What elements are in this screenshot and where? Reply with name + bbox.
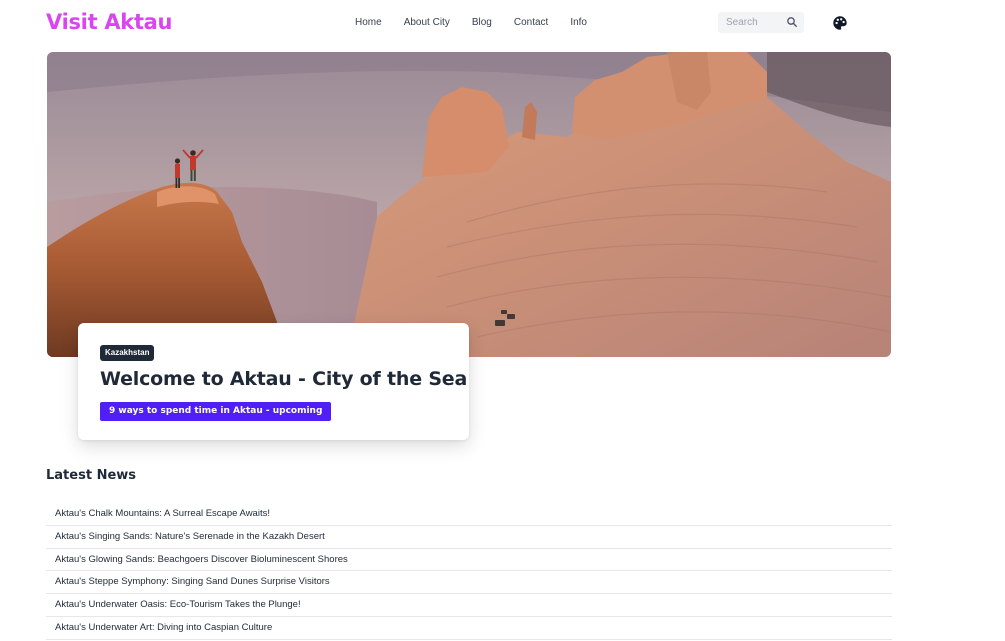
country-tag[interactable]: Kazakhstan [100, 345, 155, 361]
search-icon[interactable] [786, 16, 798, 28]
nav-about-city[interactable]: About City [404, 17, 450, 28]
desert-landscape-illustration [47, 52, 891, 357]
nav-home[interactable]: Home [355, 17, 382, 28]
news-item[interactable]: Aktau's Singing Sands: Nature's Serenade… [46, 526, 892, 549]
nav-contact[interactable]: Contact [514, 17, 548, 28]
news-item[interactable]: Aktau's Glowing Sands: Beachgoers Discov… [46, 549, 892, 572]
news-item[interactable]: Aktau's Chalk Mountains: A Surreal Escap… [46, 503, 892, 526]
news-item[interactable]: Aktau's Steppe Symphony: Singing Sand Du… [46, 571, 892, 595]
hero-card: Kazakhstan Welcome to Aktau - City of th… [78, 323, 469, 440]
site-logo[interactable]: Visit Aktau [46, 10, 173, 34]
nav-info[interactable]: Info [570, 17, 587, 28]
palette-icon[interactable] [832, 15, 848, 31]
news-item[interactable]: Aktau's Underwater Art: Diving into Casp… [46, 617, 892, 640]
search-box [718, 12, 804, 33]
news-item[interactable]: Aktau's Underwater Oasis: Eco-Tourism Ta… [46, 594, 892, 617]
latest-news-heading: Latest News [46, 468, 137, 483]
hero-image [47, 52, 891, 357]
main-nav: Home About City Blog Contact Info [355, 17, 587, 28]
news-list: Aktau's Chalk Mountains: A Surreal Escap… [46, 503, 892, 640]
search-input[interactable] [718, 17, 782, 28]
hero-title: Welcome to Aktau - City of the Sea [100, 368, 468, 390]
page: Visit Aktau Home About City Blog Contact… [0, 0, 1005, 641]
upcoming-button[interactable]: 9 ways to spend time in Aktau - upcoming [100, 402, 332, 421]
nav-blog[interactable]: Blog [472, 17, 492, 28]
